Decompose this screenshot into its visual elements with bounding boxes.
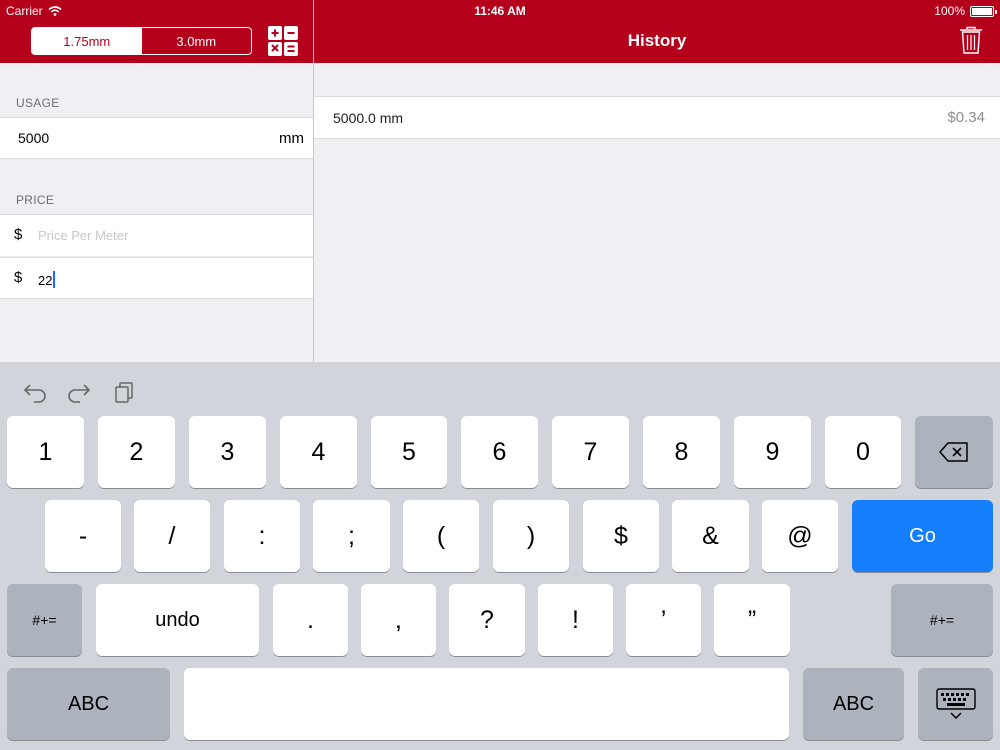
price-row[interactable]: $ 22 (0, 257, 313, 299)
segment-3-0mm[interactable]: 3.0mm (142, 28, 252, 54)
keyboard-dismiss-icon (935, 688, 976, 720)
symbols-key-right[interactable]: #+= (891, 584, 993, 656)
key-comma[interactable]: , (361, 584, 436, 656)
history-title: History (627, 31, 687, 50)
diameter-segmented-control: 1.75mm 3.0mm (31, 27, 252, 55)
price-input[interactable]: 22 (38, 271, 56, 288)
history-pane: 5000.0 mm $0.34 (314, 63, 1000, 362)
key-at[interactable]: @ (762, 500, 838, 572)
paste-icon[interactable] (113, 380, 137, 404)
key-hyphen[interactable]: - (45, 500, 121, 572)
clock: 11:46 AM (474, 4, 526, 18)
key-7[interactable]: 7 (552, 416, 629, 488)
key-2[interactable]: 2 (98, 416, 175, 488)
key-1[interactable]: 1 (7, 416, 84, 488)
currency-symbol: $ (14, 269, 23, 286)
usage-row[interactable]: 5000 mm (0, 117, 313, 159)
key-3[interactable]: 3 (189, 416, 266, 488)
history-cost: $0.34 (947, 109, 985, 126)
key-ampersand[interactable]: & (672, 500, 749, 572)
nav-bar: Carrier 11:46 AM 100% 1.75mm 3.0mm Histo… (0, 0, 1000, 63)
calculator-icon[interactable] (268, 26, 298, 56)
key-5[interactable]: 5 (371, 416, 447, 488)
abc-key-left[interactable]: ABC (7, 668, 170, 740)
key-4[interactable]: 4 (280, 416, 357, 488)
key-9[interactable]: 9 (734, 416, 811, 488)
price-per-meter-input[interactable]: Price Per Meter (38, 228, 128, 243)
key-close-paren[interactable]: ) (493, 500, 569, 572)
key-colon[interactable]: : (224, 500, 300, 572)
price-input-value: 22 (38, 273, 53, 288)
redo-icon[interactable] (67, 380, 91, 404)
key-quote[interactable]: ” (714, 584, 790, 656)
keyboard: 1 2 3 4 5 6 7 8 9 0 - / : ; ( ) $ & @ Go… (0, 362, 1000, 750)
go-key[interactable]: Go (852, 500, 993, 572)
key-slash[interactable]: / (134, 500, 210, 572)
key-open-paren[interactable]: ( (403, 500, 479, 572)
key-semicolon[interactable]: ; (313, 500, 390, 572)
history-row[interactable]: 5000.0 mm $0.34 (314, 96, 1000, 139)
history-length: 5000.0 mm (333, 110, 404, 126)
key-0[interactable]: 0 (825, 416, 901, 488)
usage-unit: mm (279, 130, 304, 147)
key-apostrophe[interactable]: ’ (626, 584, 701, 656)
undo-key[interactable]: undo (96, 584, 259, 656)
calculator-pane: USAGE 5000 mm PRICE $ Price Per Meter $ … (0, 63, 313, 362)
key-8[interactable]: 8 (643, 416, 720, 488)
abc-key-right[interactable]: ABC (803, 668, 904, 740)
symbols-key-left[interactable]: #+= (7, 584, 82, 656)
backspace-icon (939, 442, 968, 462)
usage-section-label: USAGE (16, 96, 60, 110)
trash-icon[interactable] (959, 26, 983, 54)
price-per-meter-row[interactable]: $ Price Per Meter (0, 214, 313, 256)
price-section-label: PRICE (16, 193, 55, 207)
segment-1-75mm[interactable]: 1.75mm (32, 28, 142, 54)
key-question[interactable]: ? (449, 584, 525, 656)
usage-input[interactable]: 5000 (18, 130, 49, 146)
dismiss-keyboard-key[interactable] (918, 668, 993, 740)
text-caret (53, 271, 56, 288)
status-bar: Carrier 11:46 AM 100% (0, 0, 1000, 22)
key-6[interactable]: 6 (461, 416, 538, 488)
undo-icon[interactable] (23, 380, 47, 404)
key-dollar[interactable]: $ (583, 500, 659, 572)
backspace-key[interactable] (915, 416, 993, 488)
key-exclamation[interactable]: ! (538, 584, 613, 656)
currency-symbol: $ (14, 226, 23, 243)
battery-percent: 100% (934, 4, 965, 18)
space-key[interactable] (184, 668, 789, 740)
battery-icon (970, 5, 997, 17)
key-period[interactable]: . (273, 584, 348, 656)
